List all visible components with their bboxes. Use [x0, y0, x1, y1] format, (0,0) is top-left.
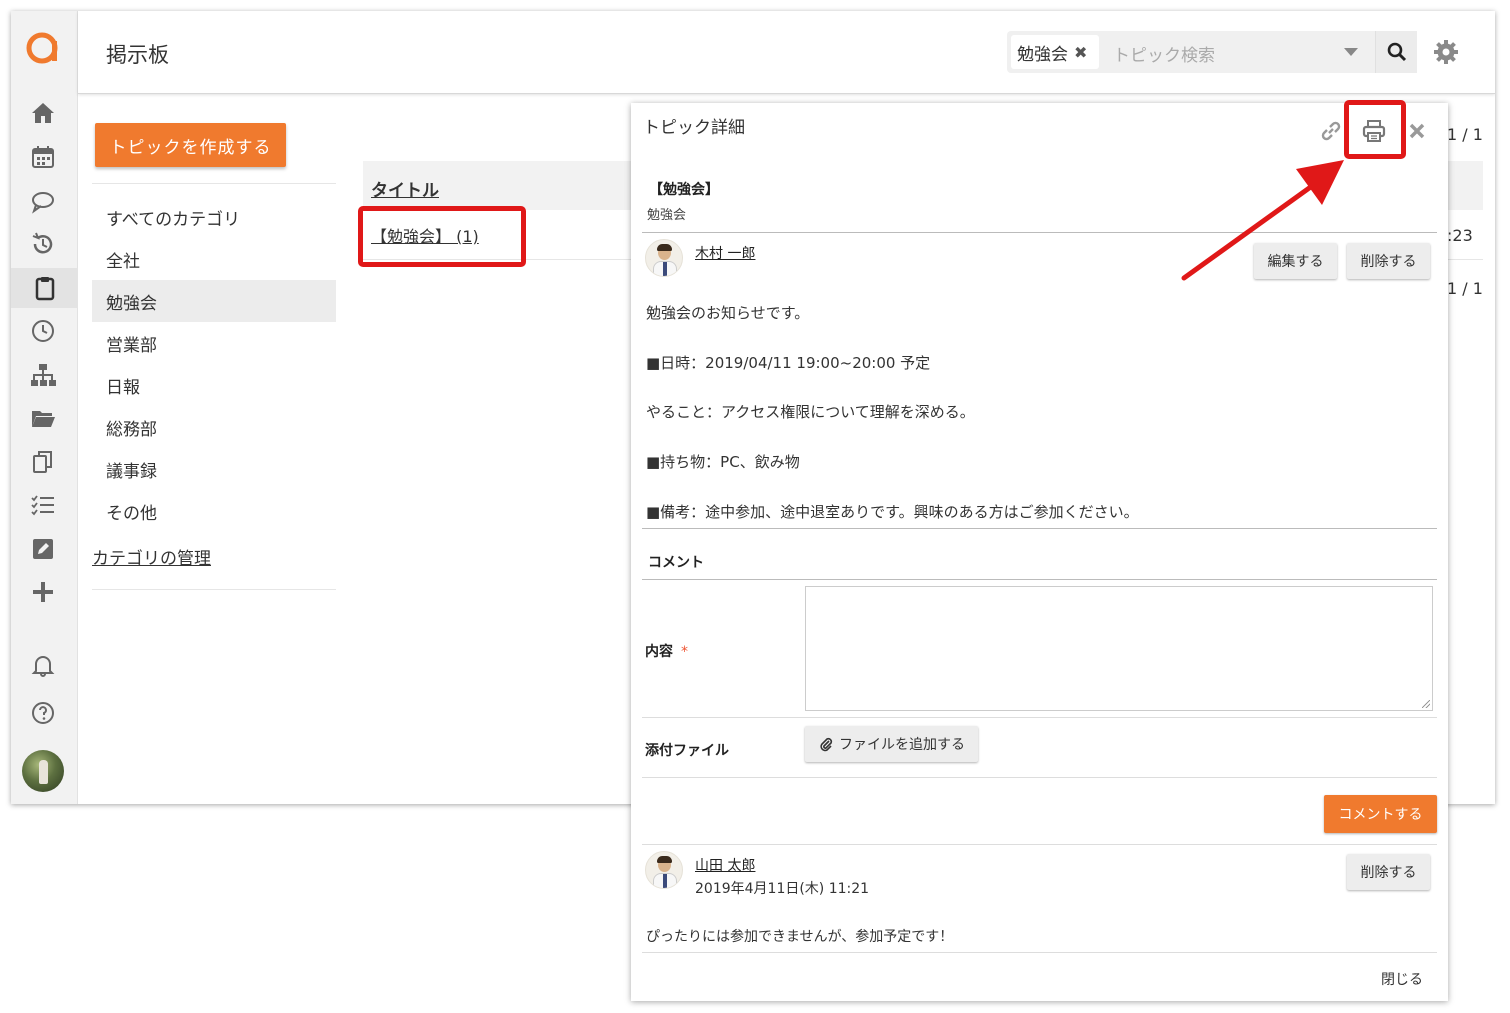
content-label: 内容 *	[645, 641, 688, 661]
gear-icon[interactable]	[1433, 39, 1459, 65]
close-icon[interactable]	[1404, 118, 1430, 144]
create-topic-button[interactable]: トピックを作成する	[95, 123, 286, 167]
modal-title: トピック詳細	[643, 118, 745, 138]
highlight-box-print	[1344, 100, 1406, 159]
pager-top: 1 / 1	[1447, 125, 1483, 144]
manage-categories-link[interactable]: カテゴリの管理	[92, 544, 211, 569]
icon-rail	[11, 11, 78, 804]
divider	[642, 952, 1437, 953]
plus-icon[interactable]	[27, 577, 59, 607]
comment-text: ぴったりには参加できませんが、参加予定です！	[646, 929, 954, 945]
required-mark: *	[681, 644, 688, 660]
category-list: すべてのカテゴリ 全社 勉強会 営業部 日報 総務部 議事録 その他	[92, 183, 336, 532]
topic-detail-modal: トピック詳細 【勉強会】 勉強会 木村 一郎 編集する 削除する 勉強会のお知ら…	[631, 103, 1448, 1001]
category-item-minutes[interactable]: 議事録	[92, 448, 336, 490]
topic-author-link[interactable]: 木村 一郎	[695, 243, 755, 263]
author-avatar	[645, 239, 683, 277]
category-item-other[interactable]: その他	[92, 490, 336, 532]
edit-button[interactable]: 編集する	[1254, 243, 1337, 279]
search-input[interactable]: トピック検索	[1113, 41, 1215, 66]
attachment-label: 添付ファイル	[645, 743, 729, 759]
divider	[642, 579, 1437, 580]
comment-author-link[interactable]: 山田 太郎	[695, 855, 755, 875]
resize-handle-icon[interactable]	[1422, 700, 1430, 708]
column-header-title[interactable]: タイトル	[371, 176, 439, 201]
header-bar: 掲示板 勉強会 ✖ トピック検索	[78, 11, 1495, 94]
paperclip-icon	[820, 737, 833, 752]
category-item-sales[interactable]: 営業部	[92, 322, 336, 364]
clipboard-icon[interactable]	[11, 268, 78, 308]
task-list-icon[interactable]	[27, 490, 59, 520]
chat-icon[interactable]	[27, 186, 59, 216]
chevron-down-icon[interactable]	[1344, 48, 1358, 56]
link-icon[interactable]	[1318, 118, 1344, 144]
edit-icon[interactable]	[27, 534, 59, 564]
delete-comment-button[interactable]: 削除する	[1347, 854, 1430, 890]
topic-body-line: やること：アクセス権限について理解を深める。	[646, 403, 975, 421]
topic-category: 【勉強会】	[649, 182, 719, 198]
add-file-button[interactable]: ファイルを追加する	[805, 726, 978, 762]
comment-textarea[interactable]	[805, 586, 1433, 711]
close-button[interactable]: 閉じる	[1381, 969, 1423, 989]
comment-date: 2019年4月11日(木) 11:21	[695, 881, 870, 897]
category-item-all[interactable]: すべてのカテゴリ	[92, 196, 336, 238]
folder-icon[interactable]	[27, 403, 59, 433]
category-item-study[interactable]: 勉強会	[92, 280, 336, 322]
copy-icon[interactable]	[27, 447, 59, 477]
search-box[interactable]: 勉強会 ✖ トピック検索	[1007, 31, 1417, 73]
search-chip-label: 勉強会	[1017, 44, 1068, 65]
search-button[interactable]	[1375, 31, 1417, 73]
app-logo-icon[interactable]	[25, 29, 61, 65]
chip-remove-icon[interactable]: ✖	[1074, 43, 1087, 62]
category-item-daily[interactable]: 日報	[92, 364, 336, 406]
divider	[642, 528, 1437, 529]
commenter-avatar	[645, 851, 683, 889]
category-item-company[interactable]: 全社	[92, 238, 336, 280]
divider	[642, 777, 1437, 778]
history-icon[interactable]	[27, 229, 59, 259]
bell-icon[interactable]	[27, 650, 59, 680]
topic-body-line: ■備考：途中参加、途中退室ありです。興味のある方はご参加ください。	[646, 503, 1139, 521]
calendar-icon[interactable]	[27, 142, 59, 172]
topic-body-line: ■日時：2019/04/11 19:00~20:00 予定	[646, 354, 931, 372]
delete-topic-button[interactable]: 削除する	[1347, 243, 1430, 279]
pager-bottom: 1 / 1	[1447, 279, 1483, 298]
row-time: :23	[1447, 226, 1473, 245]
content-label-text: 内容	[645, 644, 673, 660]
category-item-general-affairs[interactable]: 総務部	[92, 406, 336, 448]
topic-sub-category: 勉強会	[647, 208, 687, 223]
topic-body-line: ■持ち物：PC、飲み物	[646, 453, 800, 471]
clock-icon[interactable]	[27, 316, 59, 346]
search-filter-chip[interactable]: 勉強会 ✖	[1011, 35, 1099, 69]
divider	[642, 232, 1437, 233]
user-avatar[interactable]	[22, 750, 64, 792]
help-icon[interactable]	[27, 698, 59, 728]
org-chart-icon[interactable]	[27, 360, 59, 390]
divider	[642, 844, 1437, 845]
search-icon	[1387, 42, 1406, 62]
page-title: 掲示板	[106, 43, 169, 67]
topic-body-line: 勉強会のお知らせです。	[646, 304, 810, 322]
divider	[92, 589, 336, 590]
divider	[642, 717, 1437, 718]
home-icon[interactable]	[27, 98, 59, 128]
comment-section-title: コメント	[648, 555, 704, 571]
submit-comment-button[interactable]: コメントする	[1324, 795, 1437, 833]
highlight-box-topic	[358, 206, 526, 267]
add-file-label: ファイルを追加する	[839, 737, 965, 753]
